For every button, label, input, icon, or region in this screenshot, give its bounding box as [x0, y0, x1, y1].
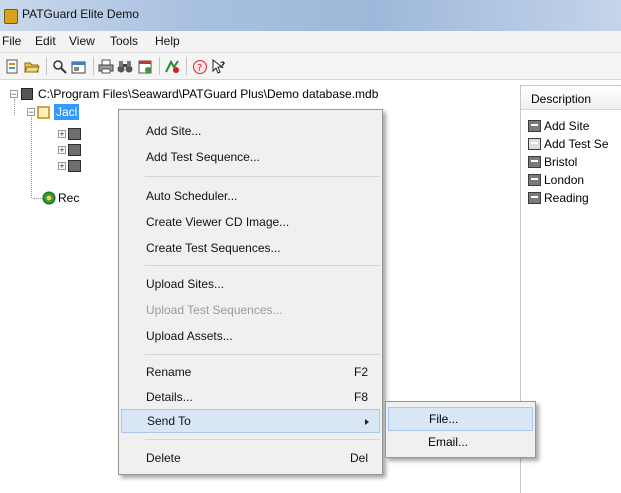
- menu-item-rename[interactable]: Rename F2: [121, 361, 380, 385]
- list-item-label: Reading: [544, 191, 589, 205]
- site-icon[interactable]: [68, 160, 81, 172]
- schedule-icon[interactable]: [137, 58, 153, 74]
- collapse-root-expander[interactable]: −: [10, 90, 18, 99]
- site-icon: [528, 192, 541, 204]
- menu-item-add-site[interactable]: Add Site...: [121, 120, 380, 144]
- svg-text:?: ?: [197, 63, 202, 74]
- list-item[interactable]: Bristol: [528, 154, 577, 170]
- menu-item-label: Upload Sites...: [146, 277, 225, 291]
- menu-item-label: Add Site...: [146, 124, 202, 138]
- site-icon: [528, 120, 541, 132]
- submenu-arrow-icon: [365, 419, 369, 425]
- menu-item-send-to[interactable]: Send To: [121, 409, 380, 433]
- menu-item-shortcut: Del: [349, 451, 368, 465]
- menu-item-upload-test-sequences: Upload Test Sequences...: [121, 299, 380, 323]
- toolbar: ? ?: [0, 53, 621, 80]
- list-item-label: Add Test Se: [544, 137, 609, 151]
- menu-item-upload-sites[interactable]: Upload Sites...: [121, 273, 380, 297]
- menu-file[interactable]: File: [2, 34, 21, 48]
- expand-site-expander[interactable]: +: [58, 130, 66, 139]
- site-icon: [528, 174, 541, 186]
- window-title: PATGuard Elite Demo: [22, 7, 139, 21]
- menu-item-label: Upload Test Sequences...: [146, 303, 283, 317]
- title-bar: PATGuard Elite Demo: [0, 0, 621, 31]
- menu-item-shortcut: F2: [353, 365, 368, 379]
- tree-connector: [14, 99, 15, 115]
- app-icon: [4, 9, 18, 24]
- menu-help[interactable]: Help: [155, 34, 180, 48]
- menu-item-label: Upload Assets...: [146, 329, 233, 343]
- toolbar-separator: [93, 57, 94, 75]
- menu-separator: [145, 354, 380, 355]
- menu-item-delete[interactable]: Delete Del: [121, 447, 380, 471]
- new-icon[interactable]: [4, 58, 20, 74]
- database-path[interactable]: C:\Program Files\Seaward\PATGuard Plus\D…: [38, 87, 378, 101]
- menu-bar: File Edit View Tools Help: [0, 31, 621, 53]
- menu-item-label: Delete: [146, 451, 181, 465]
- company-icon: [37, 106, 50, 119]
- submenu-item-label: Email...: [428, 435, 469, 449]
- send-to-submenu: File... Email...: [385, 401, 536, 458]
- toolbar-separator: [46, 57, 47, 75]
- menu-item-upload-assets[interactable]: Upload Assets...: [121, 325, 380, 349]
- list-item[interactable]: London: [528, 172, 584, 188]
- column-header-description[interactable]: Description: [521, 86, 621, 110]
- expand-site-expander[interactable]: +: [58, 146, 66, 155]
- menu-item-create-test-sequences[interactable]: Create Test Sequences...: [121, 237, 380, 261]
- tree-connector: [31, 117, 32, 198]
- menu-item-label: Details...: [146, 390, 193, 404]
- properties-icon[interactable]: [70, 58, 86, 74]
- list-item[interactable]: Add Test Se: [528, 136, 609, 152]
- list-item[interactable]: Reading: [528, 190, 589, 206]
- submenu-item-label: File...: [429, 412, 459, 426]
- menu-item-shortcut: F8: [353, 390, 368, 404]
- list-item-label: Add Site: [544, 119, 590, 133]
- menu-separator: [145, 265, 380, 266]
- menu-item-details[interactable]: Details... F8: [121, 386, 380, 410]
- menu-item-label: Rename: [146, 365, 192, 379]
- test-icon[interactable]: [164, 58, 180, 74]
- site-icon: [528, 156, 541, 168]
- tree-node-recycle[interactable]: Rec: [58, 191, 79, 205]
- menu-item-label: Create Test Sequences...: [146, 241, 281, 255]
- test-sequence-icon: [528, 138, 541, 150]
- print-icon[interactable]: [98, 58, 114, 74]
- menu-item-create-viewer-cd[interactable]: Create Viewer CD Image...: [121, 211, 380, 235]
- toolbar-separator: [186, 57, 187, 75]
- menu-edit[interactable]: Edit: [35, 34, 56, 48]
- submenu-item-file[interactable]: File...: [388, 407, 533, 431]
- svg-text:?: ?: [220, 61, 225, 71]
- menu-separator: [145, 176, 380, 177]
- recycle-icon: [42, 191, 56, 205]
- collapse-node-expander[interactable]: −: [27, 108, 35, 117]
- tree-node-selected[interactable]: Jacl: [54, 104, 80, 120]
- list-item-label: London: [544, 173, 585, 187]
- database-icon: [21, 88, 33, 100]
- context-menu: Add Site... Add Test Sequence... Auto Sc…: [118, 109, 383, 475]
- site-icon[interactable]: [68, 128, 81, 140]
- menu-item-auto-scheduler[interactable]: Auto Scheduler...: [121, 185, 380, 209]
- menu-item-label: Auto Scheduler...: [146, 189, 238, 203]
- expand-site-expander[interactable]: +: [58, 162, 66, 171]
- binoculars-icon[interactable]: [117, 58, 133, 74]
- search-icon[interactable]: [51, 58, 67, 74]
- submenu-item-email[interactable]: Email...: [388, 431, 533, 455]
- toolbar-separator: [159, 57, 160, 75]
- menu-tools[interactable]: Tools: [110, 34, 138, 48]
- menu-item-label: Create Viewer CD Image...: [146, 215, 290, 229]
- open-icon[interactable]: [24, 58, 40, 74]
- menu-view[interactable]: View: [69, 34, 95, 48]
- menu-item-label: Add Test Sequence...: [146, 150, 260, 164]
- list-item[interactable]: Add Site: [528, 118, 589, 134]
- whats-this-icon[interactable]: ?: [211, 58, 227, 74]
- menu-item-label: Send To: [147, 414, 191, 428]
- menu-item-add-test-sequence[interactable]: Add Test Sequence...: [121, 146, 380, 170]
- list-item-label: Bristol: [544, 155, 578, 169]
- site-icon[interactable]: [68, 144, 81, 156]
- menu-separator: [145, 439, 380, 440]
- help-icon[interactable]: ?: [192, 58, 208, 74]
